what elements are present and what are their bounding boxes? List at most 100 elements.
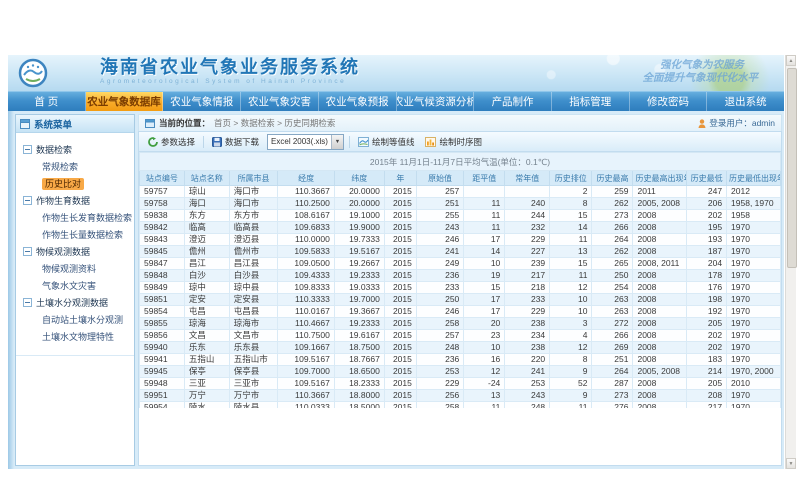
table-cell: 2015 [384,342,416,354]
tree-group-0[interactable]: 数据检索 [18,141,132,158]
table-row[interactable]: 59851定安定安县110.333319.7000201525017233102… [140,294,781,306]
collapse-icon[interactable] [23,196,32,205]
tree-item[interactable]: 自动站土壤水分观测 [18,311,132,328]
table-row[interactable]: 59848白沙白沙县109.433319.2333201523619217112… [140,270,781,282]
tree-item[interactable]: 历史比对 [18,175,132,192]
table-row[interactable]: 59849琼中琼中县109.833319.0333201523315218122… [140,282,781,294]
table-cell: 108.6167 [278,210,334,222]
collapse-icon[interactable] [23,247,32,256]
nav-bar: 首 页农业气象数据库农业气象情报农业气象灾害农业气象预报农业气候资源分析产品制作… [8,91,784,111]
breadcrumb[interactable]: 首页 > 数据检索 > 历史同期检索 [214,117,335,129]
nav-tab-3[interactable]: 农业气象灾害 [241,92,319,111]
table-cell: 1958, 1970 [727,198,781,210]
table-cell: 1970 [727,354,781,366]
table-row[interactable]: 59843澄迈澄迈县110.000019.7333201524617229112… [140,234,781,246]
table-cell: 109.6833 [278,222,334,234]
tree-item[interactable]: 气象水文灾害 [18,277,132,294]
nav-tab-5[interactable]: 农业气候资源分析 [397,92,475,111]
param-select-label: 参数选择 [161,136,195,148]
table-cell: 三亚 [184,378,229,390]
sidebar: 系统菜单 数据检索常规检索历史比对作物生育数据作物生长发育数据检索作物生长量数据… [15,114,135,466]
table-cell: 183 [687,354,727,366]
table-cell: 239 [505,258,550,270]
table-cell: 2 [550,186,592,198]
table-cell: 20 [464,318,505,330]
table-row[interactable]: 59838东方东方市108.616719.1000201525511244152… [140,210,781,222]
table-cell: 1970 [727,258,781,270]
column-header: 年 [384,171,416,186]
chevron-down-icon[interactable]: ▼ [331,135,343,149]
tree-item[interactable]: 作物生长发育数据检索 [18,209,132,226]
table-cell: 15 [550,210,592,222]
tree-item[interactable]: 物候观测资料 [18,260,132,277]
draw-timeseries-button[interactable]: 绘制时序图 [422,135,485,149]
table-row[interactable]: 59845儋州儋州市109.583319.5167201524114227132… [140,246,781,258]
banner-slogan: 强化气象为农服务 全面提升气象现代化水平 [643,59,745,85]
table-cell: 109.7000 [278,366,334,378]
table-row[interactable]: 59847昌江昌江县109.050019.2667201524910239152… [140,258,781,270]
table-title: 2015年 11月1日-11月7日平均气温(单位：0.1℃) [140,153,781,171]
table-cell: 59849 [140,282,185,294]
nav-tab-1[interactable]: 农业气象数据库 [86,92,164,111]
table-scroll-region[interactable]: 2015年 11月1日-11月7日平均气温(单位：0.1℃) 站点编号站点名称所… [139,152,781,408]
nav-tab-4[interactable]: 农业气象预报 [319,92,397,111]
table-cell: 250 [416,294,463,306]
tree-group-2[interactable]: 物候观测数据 [18,243,132,260]
nav-tab-7[interactable]: 指标管理 [552,92,630,111]
table-cell: 1970 [727,342,781,354]
vertical-scrollbar[interactable]: ▲ ▼ [785,55,796,469]
scroll-down-icon[interactable]: ▼ [786,458,796,469]
draw-contour-button[interactable]: 绘制等值线 [355,135,418,149]
collapse-icon[interactable] [23,298,32,307]
column-header: 距平值 [464,171,505,186]
scrollbar-thumb[interactable] [787,68,797,268]
nav-tab-6[interactable]: 产品制作 [474,92,552,111]
table-row[interactable]: 59758海口海口市110.250020.0000201525111240826… [140,198,781,210]
nav-tab-8[interactable]: 修改密码 [630,92,708,111]
table-cell: 243 [505,390,550,402]
scroll-up-icon[interactable]: ▲ [786,55,796,66]
table-cell: 11 [464,222,505,234]
nav-tab-2[interactable]: 农业气象情报 [163,92,241,111]
table-row[interactable]: 59948三亚三亚市109.516718.23332015229-2425352… [140,378,781,390]
table-row[interactable]: 59954陵水陵水县110.033318.5000201525811248112… [140,402,781,409]
tree-item[interactable]: 土壤水文物理特性 [18,328,132,345]
table-row[interactable]: 59855琼海琼海市110.466719.2333201525820238327… [140,318,781,330]
table-row[interactable]: 59842临高临高县109.683319.9000201524311232142… [140,222,781,234]
nav-tab-0[interactable]: 首 页 [8,92,86,111]
table-cell: 18.8000 [334,390,384,402]
table-cell: 13 [464,390,505,402]
nav-tab-9[interactable]: 退出系统 [707,92,784,111]
table-cell: 琼中 [184,282,229,294]
export-format-select[interactable]: Excel 2003(.xls) ▼ [267,134,344,150]
download-button[interactable]: 数据下载 [209,135,262,149]
table-row[interactable]: 59940乐东乐东县109.166718.7500201524810238122… [140,342,781,354]
tree-item[interactable]: 常规检索 [18,158,132,175]
table-row[interactable]: 59757琼山海口市110.366720.0000201525722592011… [140,186,781,198]
table-cell: 227 [505,246,550,258]
tree-group-3[interactable]: 土壤水分观测数据 [18,294,132,311]
tree-group-1[interactable]: 作物生育数据 [18,192,132,209]
tree-item[interactable]: 作物生长量数据检索 [18,226,132,243]
param-select-button[interactable]: 参数选择 [145,135,198,149]
table-row[interactable]: 59945保亭保亭县109.700018.6500201525312241926… [140,366,781,378]
breadcrumb-label: 当前的位置： [159,117,210,129]
table-cell: 万宁 [184,390,229,402]
table-cell: 59951 [140,390,185,402]
table-cell: 1970 [727,294,781,306]
table-row[interactable]: 59856文昌文昌市110.750019.6167201525723234426… [140,330,781,342]
collapse-icon[interactable] [23,145,32,154]
table-row[interactable]: 59854屯昌屯昌县110.016719.3667201524617229102… [140,306,781,318]
table-cell: 白沙县 [229,270,278,282]
table-row[interactable]: 59951万宁万宁市110.366718.8000201525613243927… [140,390,781,402]
location-icon [145,119,155,128]
sidebar-tree: 数据检索常规检索历史比对作物生育数据作物生长发育数据检索作物生长量数据检索物候观… [16,133,134,356]
tree-item-label: 作物生长发育数据检索 [42,213,132,223]
table-cell: 2008 [633,354,687,366]
table-cell: 2015 [384,246,416,258]
table-cell: 109.5167 [278,354,334,366]
table-cell: 110.0167 [278,306,334,318]
table-row[interactable]: 59941五指山五指山市109.516718.76672015236162208… [140,354,781,366]
table-cell: 2015 [384,354,416,366]
table-cell: 59948 [140,378,185,390]
